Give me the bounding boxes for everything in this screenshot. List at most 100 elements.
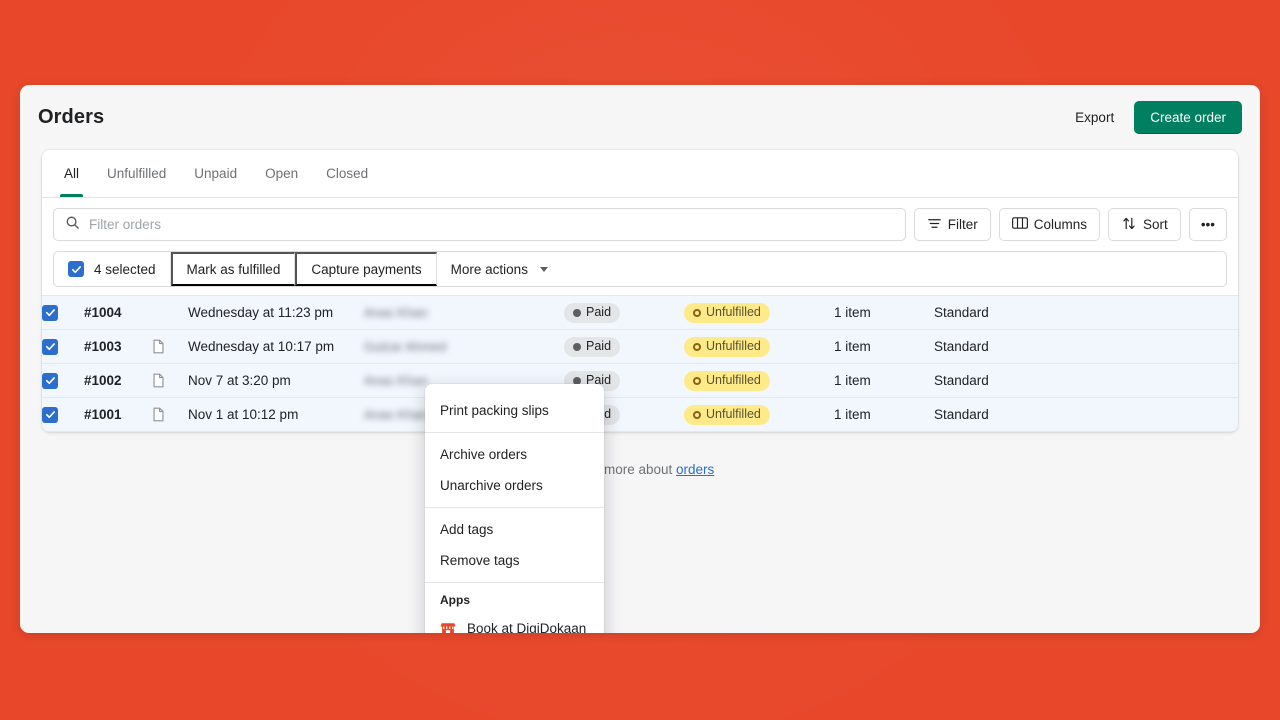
tab-unpaid[interactable]: Unpaid <box>180 150 251 197</box>
tab-bar: All Unfulfilled Unpaid Open Closed <box>42 150 1238 198</box>
tab-open[interactable]: Open <box>251 150 312 197</box>
order-items: 1 item <box>834 296 934 330</box>
order-id[interactable]: #1001 <box>84 398 152 432</box>
customer-name-redacted: Anas Khan <box>364 305 428 320</box>
row-checkbox-cell[interactable] <box>42 364 84 398</box>
checkbox-checked-icon[interactable] <box>42 305 58 321</box>
checkbox-checked-icon[interactable] <box>42 373 58 389</box>
tab-closed[interactable]: Closed <box>312 150 382 197</box>
order-id[interactable]: #1004 <box>84 296 152 330</box>
status-badge: Paid <box>564 303 620 323</box>
order-items: 1 item <box>834 398 934 432</box>
table-row[interactable]: #1004 Wednesday at 11:23 pm Anas Khan Pa… <box>42 296 1238 330</box>
orders-table-body: #1004 Wednesday at 11:23 pm Anas Khan Pa… <box>42 296 1238 432</box>
fulfillment-status-label: Unfulfilled <box>706 374 761 387</box>
orders-help-link[interactable]: orders <box>676 462 714 477</box>
more-actions-button[interactable]: More actions <box>437 252 562 286</box>
status-ring-icon <box>693 377 701 385</box>
status-badge: Unfulfilled <box>684 371 770 391</box>
select-all-checkbox-segment[interactable]: 4 selected <box>54 252 171 286</box>
customer-name-redacted: Gulzar Ahmed <box>364 339 446 354</box>
order-date: Nov 1 at 10:12 pm <box>188 398 364 432</box>
fulfillment-status-cell: Unfulfilled <box>684 330 834 364</box>
menu-item-add-tags[interactable]: Add tags <box>425 514 604 545</box>
fulfillment-status-label: Unfulfilled <box>706 340 761 353</box>
order-id[interactable]: #1002 <box>84 364 152 398</box>
order-note-cell <box>152 398 188 432</box>
mark-as-fulfilled-button[interactable]: Mark as fulfilled <box>171 252 296 286</box>
document-icon <box>152 407 188 422</box>
chevron-down-icon <box>540 267 548 272</box>
order-customer: Gulzar Ahmed <box>364 330 564 364</box>
order-date: Wednesday at 10:17 pm <box>188 330 364 364</box>
sort-button-label: Sort <box>1143 217 1168 232</box>
checkbox-checked-icon[interactable] <box>68 261 84 277</box>
order-items: 1 item <box>834 364 934 398</box>
checkbox-checked-icon[interactable] <box>42 407 58 423</box>
tab-all[interactable]: All <box>50 150 93 197</box>
row-checkbox-cell[interactable] <box>42 330 84 364</box>
search-input[interactable] <box>89 217 894 232</box>
menu-item-archive-orders[interactable]: Archive orders <box>425 439 604 470</box>
page-header: Orders Export Create order <box>20 85 1260 150</box>
selected-count-label: 4 selected <box>94 262 156 277</box>
fulfillment-status-cell: Unfulfilled <box>684 398 834 432</box>
table-row[interactable]: #1001 Nov 1 at 10:12 pm Anas Khan <box>42 398 1238 432</box>
menu-item-label: Book at DigiDokaan <box>467 621 586 633</box>
menu-group-tags: Add tags Remove tags <box>425 507 604 582</box>
customer-name-redacted: Anas Khan <box>364 407 428 422</box>
menu-item-remove-tags[interactable]: Remove tags <box>425 545 604 576</box>
order-delivery: Standard <box>934 364 1238 398</box>
order-items: 1 item <box>834 330 934 364</box>
checkbox-checked-icon[interactable] <box>42 339 58 355</box>
fulfillment-status-label: Unfulfilled <box>706 408 761 421</box>
document-icon <box>152 339 188 354</box>
table-row[interactable]: #1002 Nov 7 at 3:20 pm Anas Khan <box>42 364 1238 398</box>
bulk-action-bar: 4 selected Mark as fulfilled Capture pay… <box>53 251 1227 287</box>
columns-button[interactable]: Columns <box>999 208 1100 241</box>
menu-item-unarchive-orders[interactable]: Unarchive orders <box>425 470 604 501</box>
orders-table: #1004 Wednesday at 11:23 pm Anas Khan Pa… <box>42 295 1238 432</box>
status-dot-icon <box>573 309 581 317</box>
menu-group-print: Print packing slips <box>425 389 604 432</box>
ellipsis-icon: ••• <box>1201 217 1215 232</box>
search-field[interactable] <box>53 208 906 241</box>
status-ring-icon <box>693 309 701 317</box>
filter-button[interactable]: Filter <box>914 208 991 241</box>
more-options-button[interactable]: ••• <box>1189 208 1227 241</box>
menu-section-label-apps: Apps <box>425 589 604 613</box>
payment-status-cell: Paid <box>564 296 684 330</box>
order-date: Nov 7 at 3:20 pm <box>188 364 364 398</box>
order-note-cell <box>152 330 188 364</box>
table-row[interactable]: #1003 Wednesday at 10:17 pm Gulzar Ahmed <box>42 330 1238 364</box>
status-badge: Paid <box>564 337 620 357</box>
create-order-button[interactable]: Create order <box>1134 101 1242 134</box>
filter-icon <box>927 216 942 234</box>
payment-status-label: Paid <box>586 306 611 319</box>
order-delivery: Standard <box>934 398 1238 432</box>
row-checkbox-cell[interactable] <box>42 398 84 432</box>
columns-icon <box>1012 216 1028 233</box>
page-title: Orders <box>38 106 104 129</box>
order-delivery: Standard <box>934 330 1238 364</box>
fulfillment-status-label: Unfulfilled <box>706 306 761 319</box>
header-actions: Export Create order <box>1065 101 1242 134</box>
payment-status-cell: Paid <box>564 330 684 364</box>
capture-payments-button[interactable]: Capture payments <box>295 252 436 286</box>
menu-item-book-at-digidokaan[interactable]: Book at DigiDokaan <box>425 613 604 633</box>
customer-name-redacted: Anas Khan <box>364 373 428 388</box>
filter-row: Filter Columns <box>42 198 1238 251</box>
sort-button[interactable]: Sort <box>1108 208 1181 241</box>
fulfillment-status-cell: Unfulfilled <box>684 296 834 330</box>
order-delivery: Standard <box>934 296 1238 330</box>
tab-unfulfilled[interactable]: Unfulfilled <box>93 150 180 197</box>
order-id[interactable]: #1003 <box>84 330 152 364</box>
order-customer: Anas Khan <box>364 296 564 330</box>
menu-group-archive: Archive orders Unarchive orders <box>425 432 604 507</box>
menu-item-print-packing-slips[interactable]: Print packing slips <box>425 395 604 426</box>
export-button[interactable]: Export <box>1065 102 1124 133</box>
search-icon <box>65 215 80 235</box>
order-note-cell <box>152 296 188 330</box>
status-ring-icon <box>693 411 701 419</box>
row-checkbox-cell[interactable] <box>42 296 84 330</box>
